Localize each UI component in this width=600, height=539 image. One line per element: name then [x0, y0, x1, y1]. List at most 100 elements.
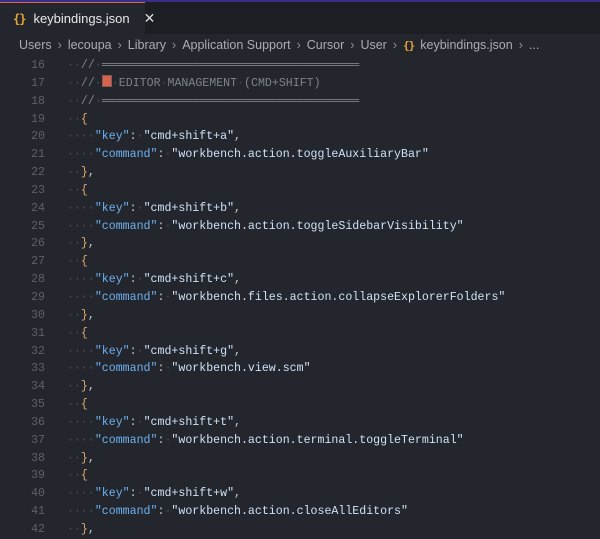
code-line[interactable]: 31 ··{	[0, 325, 600, 343]
line-number: 29	[31, 290, 45, 304]
token-brace: }	[80, 166, 88, 180]
token-punc: :·	[129, 201, 144, 215]
code-line[interactable]: 25 ····"command":·"workbench.action.toggl…	[0, 218, 600, 236]
code-line[interactable]: 41 ····"command":·"workbench.action.close…	[0, 503, 600, 521]
code-line[interactable]: 24 ····"key":·"cmd+shift+b",	[0, 200, 600, 218]
code-line[interactable]: 35 ··{	[0, 396, 600, 414]
token-punc: :·	[157, 148, 172, 162]
token-punc: :·	[157, 219, 172, 233]
code-line[interactable]: 32 ····"key":·"cmd+shift+g",	[0, 343, 600, 361]
code-line[interactable]: 30 ··},	[0, 307, 600, 325]
code-line[interactable]: 23 ··{	[0, 182, 600, 200]
code-line[interactable]: 27 ··{	[0, 253, 600, 271]
whitespace-marker: ····	[67, 130, 95, 144]
code-line[interactable]: 29 ····"command":·"workbench.files.action…	[0, 289, 600, 307]
breadcrumb-item[interactable]: Users	[19, 38, 52, 52]
token-punc: ,	[234, 201, 241, 215]
token-punc: ,	[87, 308, 95, 322]
code-line[interactable]: 36 ····"key":·"cmd+shift+t",	[0, 414, 600, 432]
tab-keybindings-json[interactable]: {} keybindings.json ✕	[0, 2, 155, 34]
token-key: "key"	[94, 487, 130, 501]
token-brace: {	[80, 255, 88, 269]
token-str: "cmd+shift+b"	[143, 201, 235, 215]
line-number: 36	[31, 415, 45, 429]
line-number: 37	[31, 433, 45, 447]
token-punc: ,	[87, 380, 95, 394]
breadcrumb-file[interactable]: keybindings.json	[420, 38, 512, 52]
token-str: "workbench.action.closeAllEditors"	[171, 505, 408, 519]
line-code: ··},	[67, 450, 95, 468]
line-number: 28	[31, 273, 45, 287]
tab-bar: {} keybindings.json ✕	[0, 2, 600, 34]
code-line[interactable]: 28 ····"key":·"cmd+shift+c",	[0, 271, 600, 289]
whitespace-marker: ··	[67, 255, 81, 269]
token-comment: //·═════════════════════════════════════	[80, 59, 360, 72]
token-key: "key"	[94, 201, 130, 215]
token-str: "workbench.files.action.collapseExplorer…	[171, 290, 506, 304]
line-number: 26	[31, 237, 45, 251]
line-code: ····"command":·"workbench.action.toggleA…	[67, 146, 429, 164]
breadcrumb-item[interactable]: Library	[128, 38, 166, 52]
close-tab-icon[interactable]: ✕	[144, 10, 156, 27]
token-key: "command"	[94, 433, 158, 447]
whitespace-marker: ··	[67, 380, 81, 394]
token-key: "command"	[94, 219, 158, 233]
code-line[interactable]: 42 ··},	[0, 521, 600, 539]
code-line[interactable]: 19 ··{	[0, 111, 600, 129]
line-code: ··{	[67, 253, 88, 271]
code-line[interactable]: 21 ····"command":·"workbench.action.toggl…	[0, 146, 600, 164]
memo-emoji-icon	[101, 74, 112, 87]
line-number: 21	[31, 148, 45, 162]
token-brace: {	[80, 183, 88, 197]
chevron-right-icon: ›	[172, 38, 177, 52]
breadcrumb-item[interactable]: User	[360, 38, 386, 52]
token-punc: ,	[234, 344, 241, 358]
line-number: 41	[31, 505, 45, 519]
code-line[interactable]: 39 ··{	[0, 467, 600, 485]
whitespace-marker: ··	[67, 469, 81, 483]
code-line[interactable]: 22 ··},	[0, 164, 600, 182]
breadcrumb-more[interactable]: ...	[529, 38, 539, 52]
line-number: 31	[31, 326, 45, 340]
token-str: "cmd+shift+a"	[143, 130, 235, 144]
whitespace-marker: ····	[67, 148, 95, 162]
code-line[interactable]: 40 ····"key":·"cmd+shift+w",	[0, 485, 600, 503]
breadcrumb-item[interactable]: Cursor	[307, 38, 345, 52]
code-line[interactable]: 34 ··},	[0, 378, 600, 396]
token-punc: :·	[157, 290, 172, 304]
line-code: ····"command":·"workbench.action.closeAl…	[67, 503, 408, 521]
token-punc: ,	[87, 522, 95, 536]
line-number: 33	[31, 362, 45, 376]
breadcrumb-item[interactable]: Application Support	[182, 38, 290, 52]
code-line[interactable]: 17 ··//· ·EDITOR·MANAGEMENT·(CMD+SHIFT)	[0, 74, 600, 93]
token-str: "cmd+shift+t"	[143, 415, 235, 429]
code-line[interactable]: 20 ····"key":·"cmd+shift+a",	[0, 128, 600, 146]
line-code: ··{	[67, 111, 88, 129]
token-str: "cmd+shift+g"	[143, 344, 235, 358]
whitespace-marker: ··	[67, 326, 81, 340]
line-number: 30	[31, 308, 45, 322]
token-punc: ,	[234, 415, 241, 429]
line-number: 16	[31, 59, 45, 72]
code-editor[interactable]: 16 ·· //·═════════════════════════════════…	[0, 57, 600, 539]
line-number: 39	[31, 469, 45, 483]
whitespace-marker: ··	[67, 76, 81, 90]
token-punc: :·	[157, 362, 172, 376]
line-code: ··//· ·EDITOR·MANAGEMENT·(CMD+SHIFT)	[67, 74, 321, 93]
code-line[interactable]: 38 ··},	[0, 450, 600, 468]
code-line[interactable]: 18 ··//·═════════════════════════════════…	[0, 93, 600, 111]
token-punc: :·	[157, 433, 172, 447]
line-number: 27	[31, 255, 45, 269]
code-line[interactable]: 16 ··//·═════════════════════════════════…	[0, 57, 600, 75]
token-brace: {	[80, 112, 88, 126]
code-line[interactable]: 37 ····"command":·"workbench.action.termi…	[0, 432, 600, 450]
line-code: ··{	[67, 182, 88, 200]
token-punc: :·	[129, 344, 144, 358]
code-line[interactable]: 26 ··},	[0, 235, 600, 253]
token-key: "key"	[94, 130, 130, 144]
whitespace-marker: ··	[67, 308, 81, 322]
breadcrumb-item[interactable]: lecoupa	[68, 38, 112, 52]
token-punc: :·	[129, 487, 144, 501]
token-str: "workbench.action.toggleSidebarVisibilit…	[171, 219, 464, 233]
code-line[interactable]: 33 ····"command":·"workbench.view.scm"	[0, 360, 600, 378]
